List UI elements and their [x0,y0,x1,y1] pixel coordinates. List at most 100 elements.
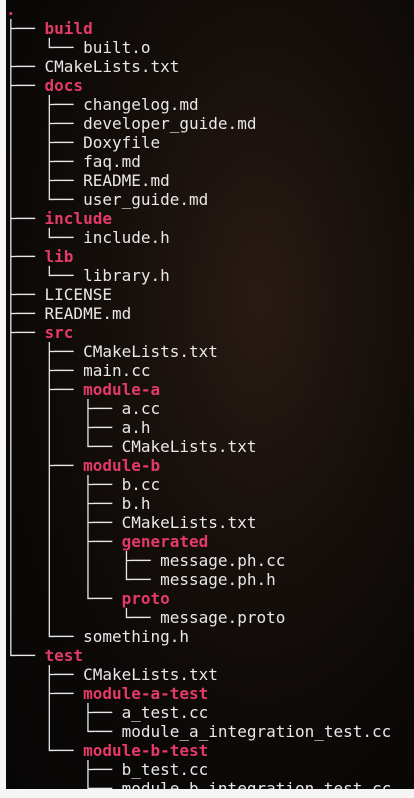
file-name: CMakeLists.txt [83,342,218,361]
tree-line: │ └── module_a_integration_test.cc [6,722,392,741]
tree-branch-glyphs: │ └── [6,190,84,209]
file-name: a_test.cc [121,703,209,722]
tree-line: └── test [6,646,391,665]
tree-branch-glyphs: │ ├── [6,133,84,152]
tree-branch-glyphs: │ └── [6,38,84,57]
tree-branch-glyphs: │ └── [6,627,84,646]
directory-name: build [44,19,93,38]
tree-line: │ ├── module-b [6,456,391,475]
tree-branch-glyphs: │ ├── [6,152,84,171]
tree-line: │ ├── faq.md [6,152,391,171]
tree-line: │ ├── CMakeLists.txt [6,342,391,361]
tree-branch-glyphs: │ │ └── [6,437,122,456]
terminal-window[interactable]: . ├── build │ └── built.o ├── CMakeLists.tx… [6,0,414,789]
tree-line: └── module-b-test [6,741,391,760]
tree-branch-glyphs: │ ├── [6,380,84,399]
file-name: b_test.cc [121,760,209,779]
tree-branch-glyphs: │ └── [6,228,84,247]
file-name: a.h [121,418,151,437]
file-name: LICENSE [44,285,112,304]
tree-line: │ │ ├── CMakeLists.txt [6,513,391,532]
directory-name: module-b [83,456,161,475]
file-name: CMakeLists.txt [121,437,257,456]
directory-name: docs [44,76,84,95]
directory-name: proto [121,589,170,608]
directory-name: lib [44,247,74,266]
file-name: main.cc [83,361,151,380]
tree-branch-glyphs: │ │ ├── [6,475,122,494]
tree-branch-glyphs: ├── [6,684,84,703]
file-name: Doxyfile [83,133,161,152]
tree-line: ├── lib [6,247,391,266]
tree-branch-glyphs: │ └── [6,722,122,741]
tree-line: │ └── include.h [6,228,391,247]
tree-branch-glyphs: │ │ ├── [6,494,122,513]
tree-branch-glyphs: │ │ │ ├── [6,551,161,570]
tree-branch-glyphs: ├── [6,19,45,38]
tree-line: └── module_b_integration_test.cc [6,779,391,789]
tree-line: ├── build [6,19,391,38]
directory-name: include [44,209,112,228]
tree-line: │ └── library.h [6,266,391,285]
file-name: library.h [83,266,170,285]
tree-line: │ ├── module-a [6,380,391,399]
file-name: message.ph.cc [160,551,286,570]
tree-line: ├── CMakeLists.txt [6,665,391,684]
tree-line: ├── include [6,209,391,228]
file-name: module_b_integration_test.cc [121,779,392,789]
file-name: faq.md [83,152,141,171]
tree-branch-glyphs: ├── [6,76,45,95]
tree-line: │ └── built.o [6,38,391,57]
tree-line: │ │ ├── b.h [6,494,391,513]
tree-line: │ └── user_guide.md [6,190,391,209]
file-name: changelog.md [83,95,199,114]
file-name: user_guide.md [83,190,209,209]
tree-line: │ │ └── proto [6,589,391,608]
tree-branch-glyphs: │ ├── [6,114,84,133]
file-name: message.proto [160,608,286,627]
tree-line: ├── README.md [6,304,391,323]
file-name: README.md [83,171,170,190]
tree-branch-glyphs: ├── [6,760,122,779]
tree-line: ├── b_test.cc [6,760,391,779]
tree-branch-glyphs: ├── [6,323,45,342]
file-name: message.ph.h [160,570,276,589]
tree-branch-glyphs: ├── [6,304,45,323]
tree-line: ├── src [6,323,391,342]
tree-branch-glyphs: │ ├── [6,342,84,361]
tree-branch-glyphs: │ ├── [6,171,84,190]
directory-name: generated [121,532,209,551]
tree-line: │ ├── README.md [6,171,391,190]
tree-line: │ ├── a_test.cc [6,703,391,722]
tree-branch-glyphs: │ ├── [6,361,84,380]
tree-branch-glyphs: │ │ │ └── [6,570,161,589]
tree-branch-glyphs: │ │ ├── [6,513,122,532]
tree-line: │ │ └── CMakeLists.txt [6,437,391,456]
directory-tree: . ├── build │ └── built.o ├── CMakeLists.tx… [6,0,391,789]
file-name: developer_guide.md [83,114,257,133]
tree-branch-glyphs: └── [6,741,84,760]
file-name: CMakeLists.txt [44,57,180,76]
tree-branch-glyphs: │ │ └── [6,608,161,627]
file-name: built.o [83,38,151,57]
file-name: include.h [83,228,170,247]
tree-line: │ ├── developer_guide.md [6,114,391,133]
tree-line: │ ├── main.cc [6,361,391,380]
root-directory-label: . [6,0,16,19]
file-name: a.cc [121,399,161,418]
file-name: README.md [44,304,132,323]
file-name: CMakeLists.txt [83,665,218,684]
tree-branch-glyphs: │ │ ├── [6,399,122,418]
file-name: something.h [83,627,190,646]
tree-line: │ │ ├── a.cc [6,399,391,418]
tree-line: │ │ ├── generated [6,532,391,551]
tree-line: │ ├── changelog.md [6,95,391,114]
directory-name: test [44,646,84,665]
tree-branch-glyphs: ├── [6,665,84,684]
directory-name: module-a [83,380,161,399]
file-name: b.cc [121,475,161,494]
tree-branch-glyphs: ├── [6,285,45,304]
tree-line: │ │ │ ├── message.ph.cc [6,551,391,570]
tree-branch-glyphs: └── [6,646,45,665]
tree-branch-glyphs: ├── [6,57,45,76]
